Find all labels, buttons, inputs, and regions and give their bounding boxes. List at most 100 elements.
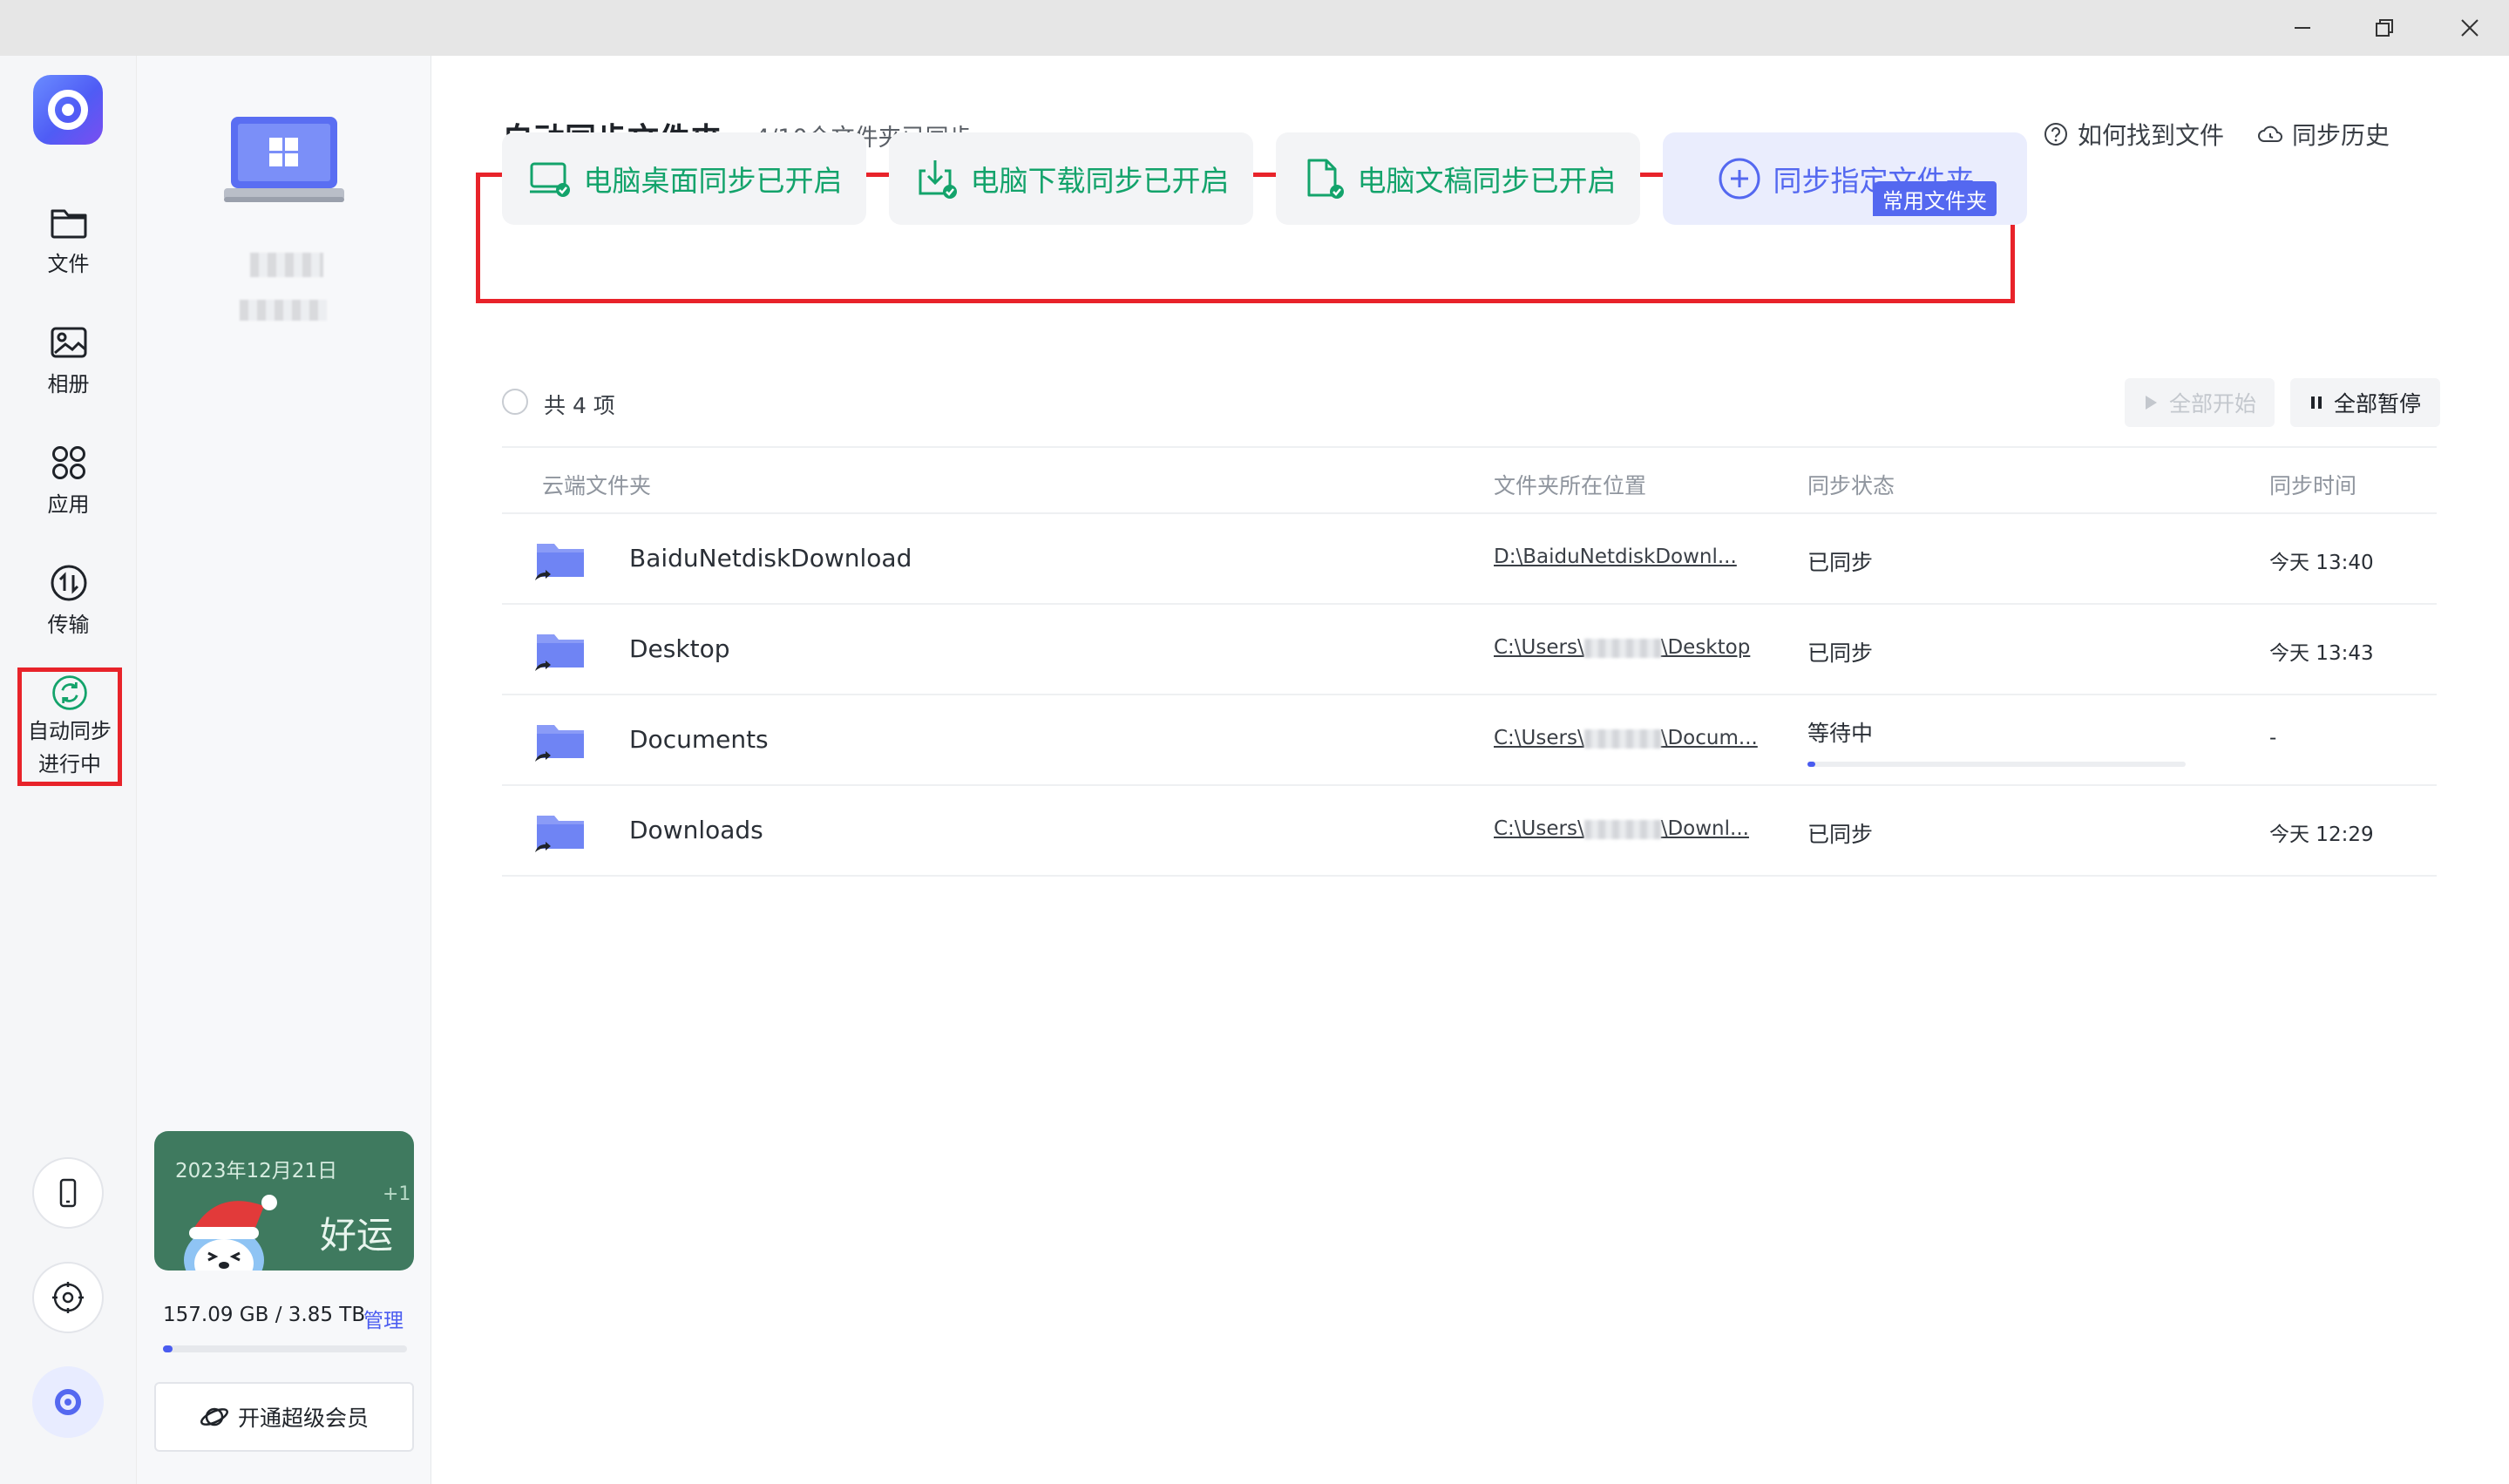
window-titlebar	[0, 0, 2509, 56]
close-button[interactable]	[2426, 0, 2509, 56]
folder-path-link[interactable]: C:\Users\ \Docum...	[1494, 727, 1758, 749]
folder-name: Downloads	[629, 816, 763, 844]
photo-icon	[51, 327, 86, 358]
sync-progress-fill	[1807, 762, 1815, 767]
nav-label-album: 相册	[47, 372, 90, 396]
username-redacted	[1583, 819, 1661, 839]
pause-all-button[interactable]: 全部暂停	[2290, 378, 2440, 427]
sync-time: 今天 13:43	[2269, 642, 2374, 665]
greeting-plus: +1	[383, 1183, 411, 1205]
desktop-sync-card[interactable]: 电脑桌面同步已开启	[502, 132, 866, 225]
plus-circle-icon	[1719, 158, 1760, 200]
sync-time: 今天 12:29	[2269, 823, 2374, 846]
open-vip-label: 开通超级会员	[237, 1406, 369, 1431]
username-redacted	[1583, 638, 1661, 658]
storage-progress-bar	[163, 1345, 407, 1352]
nav-label-auto-sync-line2: 进行中	[38, 752, 101, 776]
pause-icon	[2310, 396, 2322, 409]
folder-path-link[interactable]: D:\BaiduNetdiskDownl...	[1494, 545, 1737, 568]
manage-storage-link[interactable]: 管理	[363, 1304, 403, 1333]
greeting-word: 好运	[320, 1214, 394, 1257]
nav-label-auto-sync: 自动同步 进行中	[28, 715, 112, 781]
greeting-date: 2023年12月21日	[175, 1160, 338, 1182]
storage-progress-fill	[163, 1345, 173, 1352]
col-location: 文件夹所在位置	[1494, 473, 1647, 498]
download-check-icon	[919, 160, 957, 199]
restore-button[interactable]	[2341, 0, 2428, 56]
col-time: 同步时间	[2269, 473, 2357, 498]
cloud-logo-icon	[48, 90, 88, 130]
open-vip-button[interactable]: 开通超级会员	[154, 1382, 414, 1452]
planet-icon	[200, 1407, 228, 1426]
document-check-icon	[1307, 159, 1344, 199]
folder-path-suffix: \Docum...	[1660, 727, 1758, 749]
help-icon	[2044, 123, 2067, 146]
folder-path-link[interactable]: C:\Users\ \Downl...	[1494, 817, 1749, 840]
apps-icon	[51, 446, 85, 479]
nav-item-transfer[interactable]: 传输	[0, 549, 137, 650]
item-count: 共 4 项	[544, 393, 615, 418]
col-cloud-folder: 云端文件夹	[542, 473, 652, 498]
nav-label-auto-sync-line1: 自动同步	[28, 719, 112, 743]
phone-icon	[59, 1178, 77, 1208]
how-to-find-files-link[interactable]: 如何找到文件	[2043, 117, 2224, 152]
folder-path-prefix: C:\Users\	[1494, 727, 1584, 749]
table-row[interactable]: Documents C:\Users\ \Docum... 等待中 -	[502, 695, 2437, 786]
pause-all-label: 全部暂停	[2333, 391, 2421, 417]
laptop-icon	[224, 117, 344, 202]
documents-sync-card[interactable]: 电脑文稿同步已开启	[1276, 132, 1640, 225]
sync-history-link[interactable]: 同步历史	[2257, 117, 2390, 152]
common-folder-badge: 常用文件夹	[1873, 181, 1997, 216]
table-header: 云端文件夹 文件夹所在位置 同步状态 同步时间	[502, 446, 2437, 514]
nav-item-auto-sync[interactable]: 自动同步 进行中	[17, 667, 122, 786]
folder-name: BaiduNetdiskDownload	[629, 544, 912, 573]
user-avatar-button[interactable]	[32, 1366, 104, 1438]
shared-folder-icon	[535, 544, 584, 580]
how-to-find-files-label: 如何找到文件	[2078, 121, 2225, 150]
folder-path-link[interactable]: C:\Users\ \Desktop	[1494, 636, 1750, 659]
monitor-check-icon	[529, 162, 570, 197]
greeting-card[interactable]: 2023年12月21日 +1 好运	[154, 1131, 414, 1271]
nav-item-files[interactable]: 文件	[0, 188, 137, 289]
table-row[interactable]: Downloads C:\Users\ \Downl... 已同步 今天 12:2…	[502, 786, 2437, 877]
start-all-label: 全部开始	[2168, 391, 2256, 417]
main-panel: 自动同步文件夹 4/10个文件夹已同步 如何找到文件 同步历史 电脑桌面同步已开…	[432, 56, 2509, 1484]
mobile-button[interactable]	[32, 1157, 104, 1229]
nav-item-album[interactable]: 相册	[0, 308, 137, 410]
col-status: 同步状态	[1807, 473, 1895, 498]
shared-folder-icon	[535, 725, 584, 762]
sync-status: 已同步	[1807, 550, 1874, 575]
nav-label-apps: 应用	[47, 492, 90, 517]
play-icon	[2145, 396, 2157, 410]
device-sidebar: 2023年12月21日 +1 好运 157.09 GB / 3.85 TB 管理…	[137, 56, 431, 1484]
close-icon	[2461, 19, 2478, 37]
sync-history-label: 同步历史	[2292, 121, 2390, 150]
sync-status: 已同步	[1807, 640, 1874, 666]
folder-path-suffix: \Downl...	[1660, 817, 1749, 840]
sync-time: -	[2269, 727, 2277, 749]
folder-icon	[51, 209, 86, 239]
folder-path-text: D:\BaiduNetdiskDownl...	[1494, 545, 1737, 568]
table-row[interactable]: Desktop C:\Users\ \Desktop 已同步 今天 13:43	[502, 605, 2437, 695]
nav-label-transfer: 传输	[47, 613, 90, 637]
folder-path-prefix: C:\Users\	[1494, 636, 1584, 659]
sync-status: 等待中	[1807, 721, 1874, 746]
table-row[interactable]: BaiduNetdiskDownload D:\BaiduNetdiskDown…	[502, 514, 2437, 605]
mascot-santa-icon	[184, 1195, 277, 1271]
app-logo[interactable]	[33, 75, 103, 145]
start-all-button[interactable]: 全部开始	[2125, 378, 2275, 427]
download-sync-card[interactable]: 电脑下载同步已开启	[889, 132, 1253, 225]
device-info-blurred	[240, 300, 327, 321]
minimize-button[interactable]	[2259, 0, 2346, 56]
device-name-blurred	[250, 253, 323, 277]
desktop-sync-label: 电脑桌面同步已开启	[583, 164, 843, 198]
settings-icon	[52, 1282, 84, 1313]
folder-name: Desktop	[629, 634, 730, 663]
sync-icon	[52, 675, 87, 710]
select-all-checkbox[interactable]	[502, 389, 528, 415]
sync-status: 已同步	[1807, 822, 1874, 847]
settings-button[interactable]	[32, 1262, 104, 1333]
minimize-icon	[2295, 27, 2310, 29]
nav-label-files: 文件	[47, 252, 90, 276]
nav-item-apps[interactable]: 应用	[0, 429, 137, 530]
